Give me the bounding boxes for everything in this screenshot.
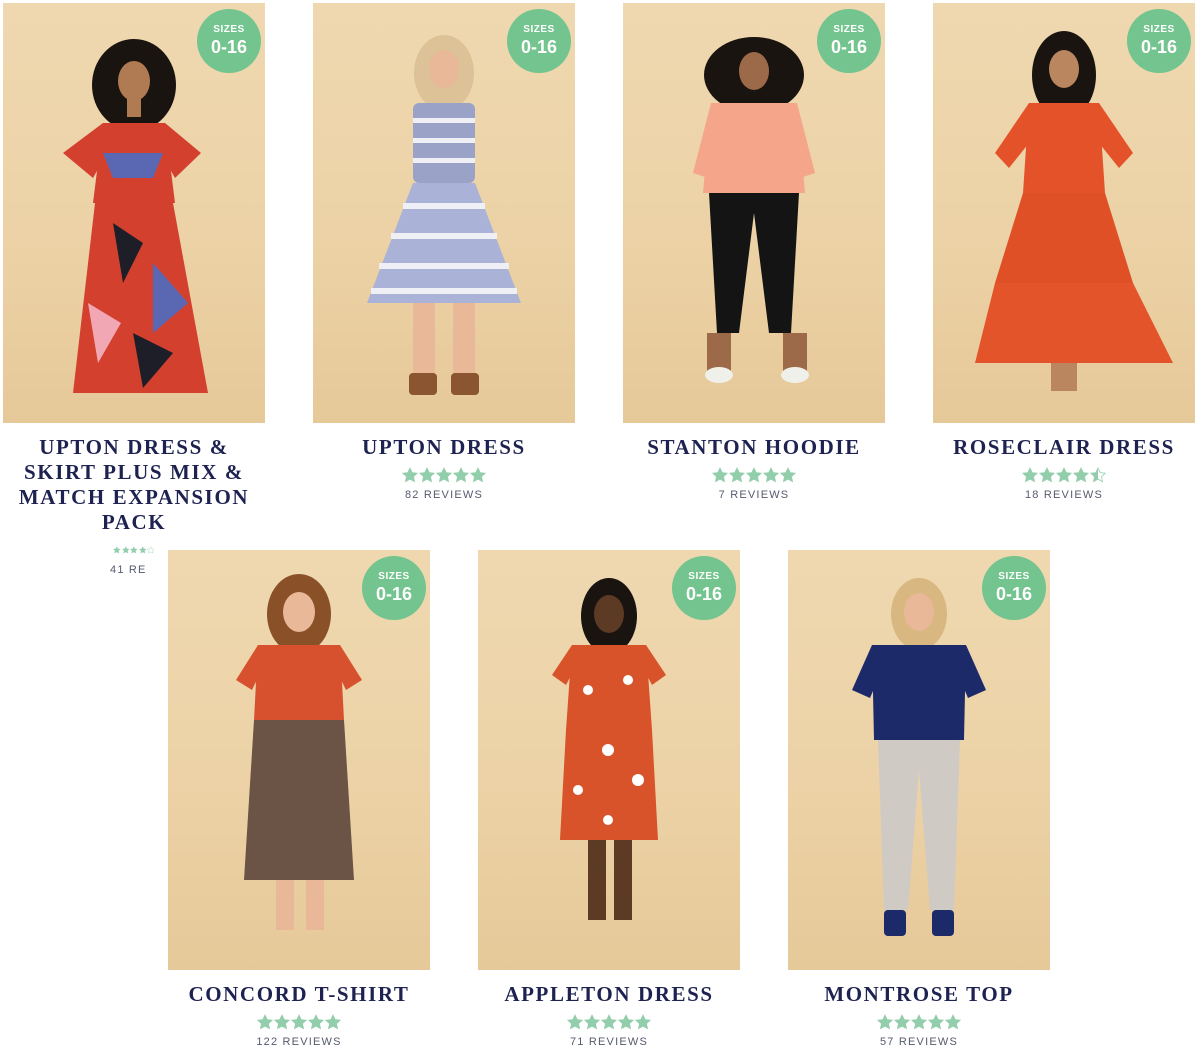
star-icon [453,467,469,483]
product-card[interactable]: SIZES 0-16 UPTON DRESS 82 REVIEWS [313,3,575,501]
rating-stars [788,1014,1050,1030]
rating-stars [623,467,885,483]
star-icon [584,1014,600,1030]
product-photo[interactable]: SIZES 0-16 [623,3,885,423]
sizes-badge: SIZES 0-16 [672,556,736,620]
sizes-badge-value: 0-16 [830,37,868,57]
sizes-badge-value: 0-16 [520,37,558,57]
rating-stars [168,1014,430,1030]
sizes-badge-value: 0-16 [995,584,1033,604]
rating-stars [478,1014,740,1030]
product-card[interactable]: SIZES 0-16 MONTROSE TOP 57 REVIEWS [788,550,1050,1048]
sizes-badge-label: SIZES [998,571,1030,582]
star-icon [1056,467,1072,483]
star-icon [618,1014,634,1030]
star-icon [325,1014,341,1030]
product-card[interactable]: SIZES 0-16 UPTON DRESS & SKIRT PLUS MIX … [3,3,265,576]
product-card[interactable]: SIZES 0-16 ROSECLAIR DRESS 18 REVIEWS [933,3,1195,501]
sizes-badge-label: SIZES [688,571,720,582]
rating-stars [933,467,1195,483]
star-icon [308,1014,324,1030]
star-icon [763,467,779,483]
review-count[interactable]: 18 REVIEWS [933,489,1195,501]
star-icon [274,1014,290,1030]
sizes-badge: SIZES 0-16 [982,556,1046,620]
product-photo[interactable]: SIZES 0-16 [313,3,575,423]
sizes-badge: SIZES 0-16 [1127,9,1191,73]
star-icon [257,1014,273,1030]
product-photo[interactable]: SIZES 0-16 [168,550,430,970]
review-count[interactable]: 57 REVIEWS [788,1036,1050,1048]
product-title[interactable]: CONCORD T-SHIRT [168,982,430,1007]
star-icon [138,546,147,554]
empty-star-icon [147,546,155,554]
star-icon [1073,467,1089,483]
star-icon [712,467,728,483]
star-icon [419,467,435,483]
product-title[interactable]: MONTROSE TOP [788,982,1050,1007]
star-icon [1022,467,1038,483]
sizes-badge: SIZES 0-16 [817,9,881,73]
review-count[interactable]: 122 REVIEWS [168,1036,430,1048]
rating-stars [313,467,575,483]
sizes-badge: SIZES 0-16 [197,9,261,73]
review-count[interactable]: 7 REVIEWS [623,489,885,501]
product-photo[interactable]: SIZES 0-16 [478,550,740,970]
sizes-badge-label: SIZES [833,24,865,35]
star-icon [928,1014,944,1030]
star-icon [567,1014,583,1030]
review-count[interactable]: 41 RE [98,564,170,576]
product-title[interactable]: APPLETON DRESS [478,982,740,1007]
sizes-badge-label: SIZES [378,571,410,582]
star-icon [780,467,796,483]
product-photo[interactable]: SIZES 0-16 [933,3,1195,423]
product-card[interactable]: SIZES 0-16 CONCORD T-SHIRT 122 REVIEWS [168,550,430,1048]
sizes-badge-label: SIZES [213,24,245,35]
star-icon [291,1014,307,1030]
product-title[interactable]: UPTON DRESS [313,435,575,460]
sizes-badge-value: 0-16 [210,37,248,57]
star-icon [746,467,762,483]
sizes-badge-label: SIZES [1143,24,1175,35]
star-icon [635,1014,651,1030]
star-icon [911,1014,927,1030]
sizes-badge-label: SIZES [523,24,555,35]
star-icon [130,546,138,554]
review-count[interactable]: 71 REVIEWS [478,1036,740,1048]
product-card[interactable]: SIZES 0-16 STANTON HOODIE 7 REVIEWS [623,3,885,501]
rating-stars [113,542,155,558]
star-icon [436,467,452,483]
sizes-badge-value: 0-16 [1140,37,1178,57]
product-card[interactable]: SIZES 0-16 APPLETON DRESS 71 REVIEWS [478,550,740,1048]
product-title[interactable]: STANTON HOODIE [623,435,885,460]
star-icon [601,1014,617,1030]
product-photo[interactable]: SIZES 0-16 [3,3,265,423]
star-icon [1039,467,1055,483]
star-icon [729,467,745,483]
star-icon [402,467,418,483]
star-icon [894,1014,910,1030]
product-title[interactable]: UPTON DRESS & SKIRT PLUS MIX & MATCH EXP… [3,435,265,535]
sizes-badge: SIZES 0-16 [362,556,426,620]
sizes-badge-value: 0-16 [375,584,413,604]
product-title[interactable]: ROSECLAIR DRESS [933,435,1195,460]
sizes-badge: SIZES 0-16 [507,9,571,73]
star-icon [945,1014,961,1030]
star-icon [877,1014,893,1030]
star-icon [470,467,486,483]
star-icon [113,546,121,554]
review-count[interactable]: 82 REVIEWS [313,489,575,501]
sizes-badge-value: 0-16 [685,584,723,604]
product-photo[interactable]: SIZES 0-16 [788,550,1050,970]
half-star-icon [1090,467,1106,483]
star-icon [121,546,130,554]
